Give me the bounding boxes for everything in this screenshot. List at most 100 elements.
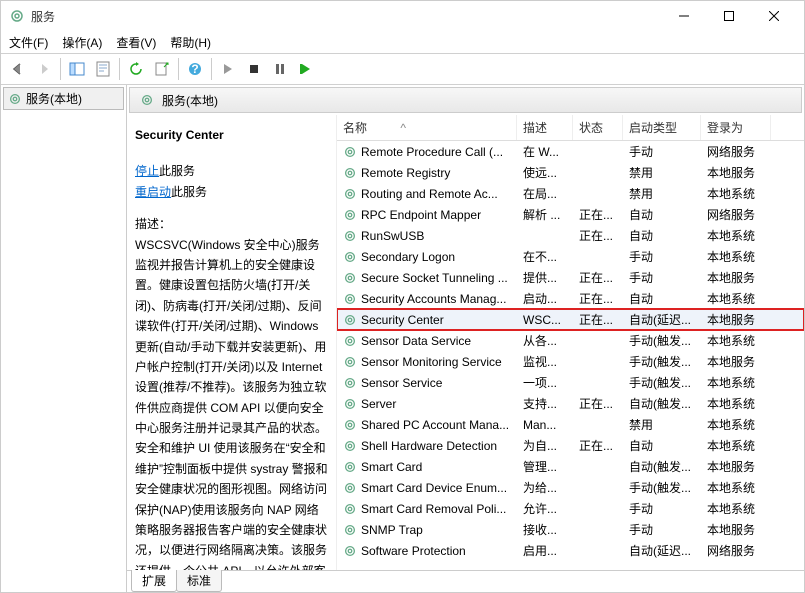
service-start: 手动	[623, 269, 701, 286]
gear-icon	[343, 397, 357, 411]
restart-service-button[interactable]	[294, 57, 318, 81]
col-logon-as[interactable]: 登录为	[701, 115, 771, 140]
service-row[interactable]: Software Protection启用...自动(延迟...网络服务	[337, 540, 804, 561]
menu-view[interactable]: 查看(V)	[116, 34, 156, 51]
pane-header: 服务(本地)	[129, 87, 802, 113]
stop-link[interactable]: 停止	[135, 164, 159, 178]
service-name: Remote Registry	[361, 166, 450, 180]
close-button[interactable]	[751, 1, 796, 31]
service-row[interactable]: Smart Card Removal Poli...允许...手动本地系统	[337, 498, 804, 519]
service-row[interactable]: Remote Registry使远...禁用本地服务	[337, 162, 804, 183]
service-status: 正在...	[573, 206, 623, 223]
tree-root-services[interactable]: 服务(本地)	[3, 87, 124, 110]
service-row[interactable]: Smart Card管理...自动(触发...本地服务	[337, 456, 804, 477]
menu-file[interactable]: 文件(F)	[9, 34, 48, 51]
service-start: 手动(触发...	[623, 332, 701, 349]
service-row[interactable]: Shell Hardware Detection为自...正在...自动本地系统	[337, 435, 804, 456]
tree-root-label: 服务(本地)	[26, 90, 82, 107]
service-row[interactable]: Server支持...正在...自动(触发...本地系统	[337, 393, 804, 414]
gear-icon	[343, 250, 357, 264]
service-desc: 管理...	[517, 458, 573, 475]
service-row[interactable]: Shared PC Account Mana...Man...禁用本地系统	[337, 414, 804, 435]
service-start: 自动	[623, 290, 701, 307]
gear-icon	[343, 334, 357, 348]
description-label: 描述：	[135, 214, 328, 234]
service-row[interactable]: Remote Procedure Call (...在 W...手动网络服务	[337, 141, 804, 162]
stop-service-button[interactable]	[242, 57, 266, 81]
service-name: Secondary Logon	[361, 250, 455, 264]
tabs: 扩展 标准	[127, 570, 804, 592]
refresh-button[interactable]	[124, 57, 148, 81]
toolbar: ?	[1, 53, 804, 85]
service-logon: 网络服务	[701, 143, 771, 160]
menu-action[interactable]: 操作(A)	[62, 34, 102, 51]
title-bar: 服务	[1, 1, 804, 31]
col-name[interactable]: 名称 ^	[337, 115, 517, 140]
service-row[interactable]: Sensor Monitoring Service监视...手动(触发...本地…	[337, 351, 804, 372]
gear-icon	[343, 229, 357, 243]
service-row[interactable]: Secondary Logon 在不... 手动本地系统	[337, 246, 804, 267]
gear-icon	[343, 502, 357, 516]
service-logon: 本地系统	[701, 416, 771, 433]
service-desc: 监视...	[517, 353, 573, 370]
service-start: 手动	[623, 143, 701, 160]
service-desc: 在不...	[517, 248, 573, 265]
show-hide-tree-button[interactable]	[65, 57, 89, 81]
service-name: Software Protection	[361, 544, 466, 558]
service-list: 名称 ^ 描述 状态 启动类型 登录为 Remote Procedure Cal…	[337, 115, 804, 570]
service-logon: 本地系统	[701, 290, 771, 307]
service-row[interactable]: Sensor Service一项...手动(触发...本地系统	[337, 372, 804, 393]
service-logon: 本地系统	[701, 437, 771, 454]
pause-service-button[interactable]	[268, 57, 292, 81]
gear-icon	[343, 166, 357, 180]
col-startup-type[interactable]: 启动类型	[623, 115, 701, 140]
service-row[interactable]: Security CenterWSC...正在...自动(延迟...本地服务	[337, 309, 804, 330]
service-desc: 允许...	[517, 500, 573, 517]
service-start: 手动	[623, 500, 701, 517]
service-name: Sensor Data Service	[361, 334, 471, 348]
service-row[interactable]: Routing and Remote Ac...在局...禁用本地系统	[337, 183, 804, 204]
properties-icon[interactable]	[91, 57, 115, 81]
service-start: 自动	[623, 227, 701, 244]
menu-help[interactable]: 帮助(H)	[170, 34, 211, 51]
service-desc: 提供...	[517, 269, 573, 286]
forward-button[interactable]	[32, 57, 56, 81]
service-logon: 网络服务	[701, 206, 771, 223]
service-start: 禁用	[623, 164, 701, 181]
service-row[interactable]: RunSwUSB正在...自动本地系统	[337, 225, 804, 246]
service-row[interactable]: RPC Endpoint Mapper解析 ...正在...自动网络服务	[337, 204, 804, 225]
minimize-button[interactable]	[661, 1, 706, 31]
service-name: Sensor Monitoring Service	[361, 355, 502, 369]
service-logon: 本地服务	[701, 521, 771, 538]
export-list-button[interactable]	[150, 57, 174, 81]
service-name: RPC Endpoint Mapper	[361, 208, 481, 222]
help-button[interactable]: ?	[183, 57, 207, 81]
service-row[interactable]: Secure Socket Tunneling ...提供...正在...手动本…	[337, 267, 804, 288]
service-logon: 本地系统	[701, 395, 771, 412]
service-name: Server	[361, 397, 396, 411]
service-start: 手动	[623, 248, 701, 265]
gear-icon	[8, 92, 22, 106]
col-description[interactable]: 描述	[517, 115, 573, 140]
gear-icon	[343, 439, 357, 453]
service-logon: 本地服务	[701, 164, 771, 181]
service-desc: 为给...	[517, 479, 573, 496]
service-name: RunSwUSB	[361, 229, 424, 243]
tab-extended[interactable]: 扩展	[131, 570, 177, 592]
service-row[interactable]: SNMP Trap接收...手动本地服务	[337, 519, 804, 540]
back-button[interactable]	[6, 57, 30, 81]
service-start: 自动(延迟...	[623, 542, 701, 559]
service-name: Smart Card Removal Poli...	[361, 502, 506, 516]
service-row[interactable]: Sensor Data Service从各...手动(触发...本地系统	[337, 330, 804, 351]
service-desc: 从各...	[517, 332, 573, 349]
service-logon: 本地系统	[701, 248, 771, 265]
tab-standard[interactable]: 标准	[176, 570, 222, 592]
service-row[interactable]: Smart Card Device Enum...为给...手动(触发...本地…	[337, 477, 804, 498]
maximize-button[interactable]	[706, 1, 751, 31]
col-status[interactable]: 状态	[573, 115, 623, 140]
service-status: 正在...	[573, 290, 623, 307]
gear-icon	[343, 271, 357, 285]
start-service-button[interactable]	[216, 57, 240, 81]
restart-link[interactable]: 重启动	[135, 185, 171, 199]
service-row[interactable]: Security Accounts Manag...启动...正在...自动本地…	[337, 288, 804, 309]
